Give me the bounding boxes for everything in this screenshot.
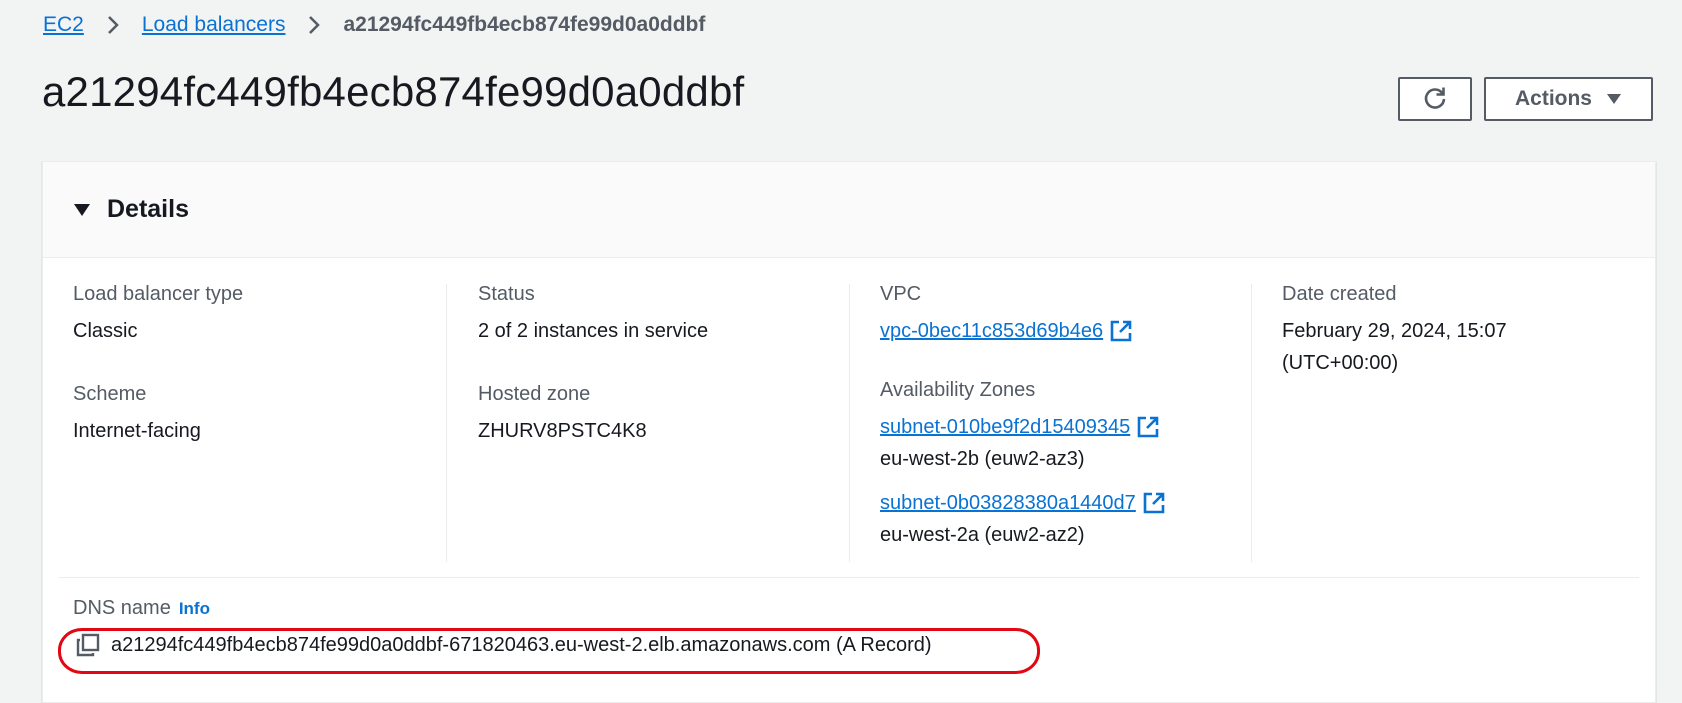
details-title: Details (107, 195, 189, 223)
copy-icon[interactable] (75, 632, 101, 658)
dns-name-row: a21294fc449fb4ecb874fe99d0a0ddbf-6718204… (75, 632, 932, 658)
scheme-label: Scheme (73, 383, 147, 405)
scheme-value: Internet-facing (73, 420, 201, 442)
page-title: a21294fc449fb4ecb874fe99d0a0ddbf (42, 68, 745, 115)
load-balancer-type-value: Classic (73, 320, 138, 342)
subnet-link[interactable]: subnet-010be9f2d15409345 (880, 411, 1130, 443)
details-header[interactable]: Details (43, 162, 1655, 258)
vpc-label: VPC (880, 283, 922, 305)
breadcrumb: EC2 Load balancers a21294fc449fb4ecb874f… (43, 8, 705, 42)
external-link-icon[interactable] (1109, 319, 1133, 343)
date-created-timezone: (UTC+00:00) (1282, 352, 1399, 374)
date-created-value: February 29, 2024, 15:07 (1282, 320, 1507, 342)
status-label: Status (478, 283, 535, 305)
breadcrumb-current: a21294fc449fb4ecb874fe99d0a0ddbf (343, 13, 706, 36)
refresh-button[interactable] (1398, 77, 1472, 121)
external-link-icon[interactable] (1142, 491, 1166, 515)
column-divider (1251, 284, 1252, 562)
subnet-zone: eu-west-2a (euw2-az2) (880, 524, 1085, 546)
dns-name-label-row: DNS name Info (73, 597, 210, 620)
vpc-link[interactable]: vpc-0bec11c853d69b4e6 (880, 315, 1103, 347)
refresh-icon (1422, 85, 1448, 114)
hosted-zone-label: Hosted zone (478, 383, 591, 405)
external-link-icon[interactable] (1136, 415, 1160, 439)
dns-name-label: DNS name (73, 597, 171, 619)
breadcrumb-ec2-link[interactable]: EC2 (43, 13, 84, 37)
subnet-link[interactable]: subnet-0b03828380a1440d7 (880, 487, 1136, 519)
date-created-label: Date created (1282, 283, 1397, 305)
breadcrumb-load-balancers-link[interactable]: Load balancers (142, 13, 286, 37)
column-divider (446, 284, 447, 562)
availability-zones-label: Availability Zones (880, 379, 1036, 401)
column-divider (849, 284, 850, 562)
chevron-right-icon (102, 8, 124, 42)
dns-name-value: a21294fc449fb4ecb874fe99d0a0ddbf-6718204… (111, 633, 932, 656)
caret-down-icon (73, 201, 91, 219)
caret-down-icon (1606, 87, 1622, 111)
column-type-scheme: Load balancer type Classic Scheme Intern… (73, 281, 243, 447)
column-date-created: Date created February 29, 2024, 15:07 (U… (1282, 281, 1507, 379)
column-vpc-az: VPC vpc-0bec11c853d69b4e6 Availability Z… (880, 281, 1166, 551)
actions-label: Actions (1514, 87, 1592, 110)
actions-button[interactable]: Actions (1484, 77, 1653, 121)
info-link[interactable]: Info (179, 599, 210, 619)
subnet-zone: eu-west-2b (euw2-az3) (880, 448, 1085, 470)
section-divider (59, 577, 1639, 578)
load-balancer-type-label: Load balancer type (73, 283, 244, 305)
column-status-zone: Status 2 of 2 instances in service Hoste… (478, 281, 708, 447)
hosted-zone-value: ZHURV8PSTC4K8 (478, 420, 647, 442)
details-panel: Details Load balancer type Classic Schem… (42, 161, 1656, 703)
status-value: 2 of 2 instances in service (478, 320, 709, 342)
chevron-right-icon (303, 8, 325, 42)
